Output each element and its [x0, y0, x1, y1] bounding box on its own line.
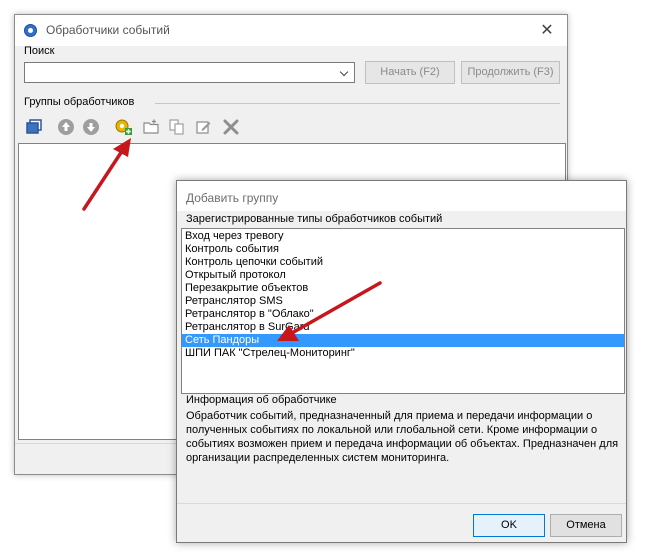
list-item[interactable]: Сеть Пандоры: [182, 334, 624, 347]
cancel-button[interactable]: Отмена: [550, 514, 622, 537]
start-button[interactable]: Начать (F2): [365, 61, 455, 84]
window-title: Обработчики событий: [46, 23, 170, 37]
move-down-icon[interactable]: [82, 118, 100, 136]
search-label: Поиск: [24, 45, 55, 57]
copy-icon[interactable]: [168, 118, 186, 136]
groups-divider: [155, 103, 560, 104]
handler-types-list[interactable]: Вход через тревогу Контроль события Контро…: [181, 228, 625, 394]
list-item[interactable]: Ретранслятор в SurGard: [182, 321, 624, 334]
new-folder-icon[interactable]: [142, 118, 160, 136]
groups-label: Группы обработчиков: [24, 96, 135, 108]
handler-info-text: Обработчик событий, предназначенный для …: [186, 410, 619, 464]
list-item[interactable]: Ретранслятор в "Облако": [182, 308, 624, 321]
add-group-dialog: Добавить группу Зарегистрированные типы …: [176, 180, 627, 543]
list-item[interactable]: Контроль цепочки событий: [182, 256, 624, 269]
list-item[interactable]: Перезакрытие объектов: [182, 282, 624, 295]
list-item[interactable]: Контроль события: [182, 243, 624, 256]
edit-icon[interactable]: [195, 118, 213, 136]
list-item[interactable]: ШПИ ПАК "Стрелец-Мониторинг": [182, 347, 624, 360]
delete-icon[interactable]: [222, 118, 240, 136]
dialog-divider: [177, 503, 626, 504]
list-item[interactable]: Вход через тревогу: [182, 230, 624, 243]
dialog-title: Добавить группу: [186, 191, 279, 205]
search-input[interactable]: [27, 64, 332, 81]
continue-button[interactable]: Продолжить (F3): [461, 61, 560, 84]
copy-window-icon[interactable]: [26, 118, 44, 136]
chevron-down-icon[interactable]: [338, 65, 352, 80]
move-up-icon[interactable]: [57, 118, 75, 136]
handler-types-label: Зарегистрированные типы обработчиков соб…: [186, 213, 443, 225]
ok-button[interactable]: OK: [473, 514, 545, 537]
list-item[interactable]: Ретранслятор SMS: [182, 295, 624, 308]
handler-info-label: Информация об обработчике: [186, 394, 337, 406]
app-icon: [24, 24, 37, 37]
dialog-title-bar: Добавить группу: [177, 181, 626, 211]
search-combo[interactable]: [24, 62, 355, 83]
title-bar: Обработчики событий ✕: [15, 15, 567, 46]
add-group-icon[interactable]: [115, 118, 133, 136]
close-icon[interactable]: ✕: [537, 20, 557, 40]
list-item[interactable]: Открытый протокол: [182, 269, 624, 282]
